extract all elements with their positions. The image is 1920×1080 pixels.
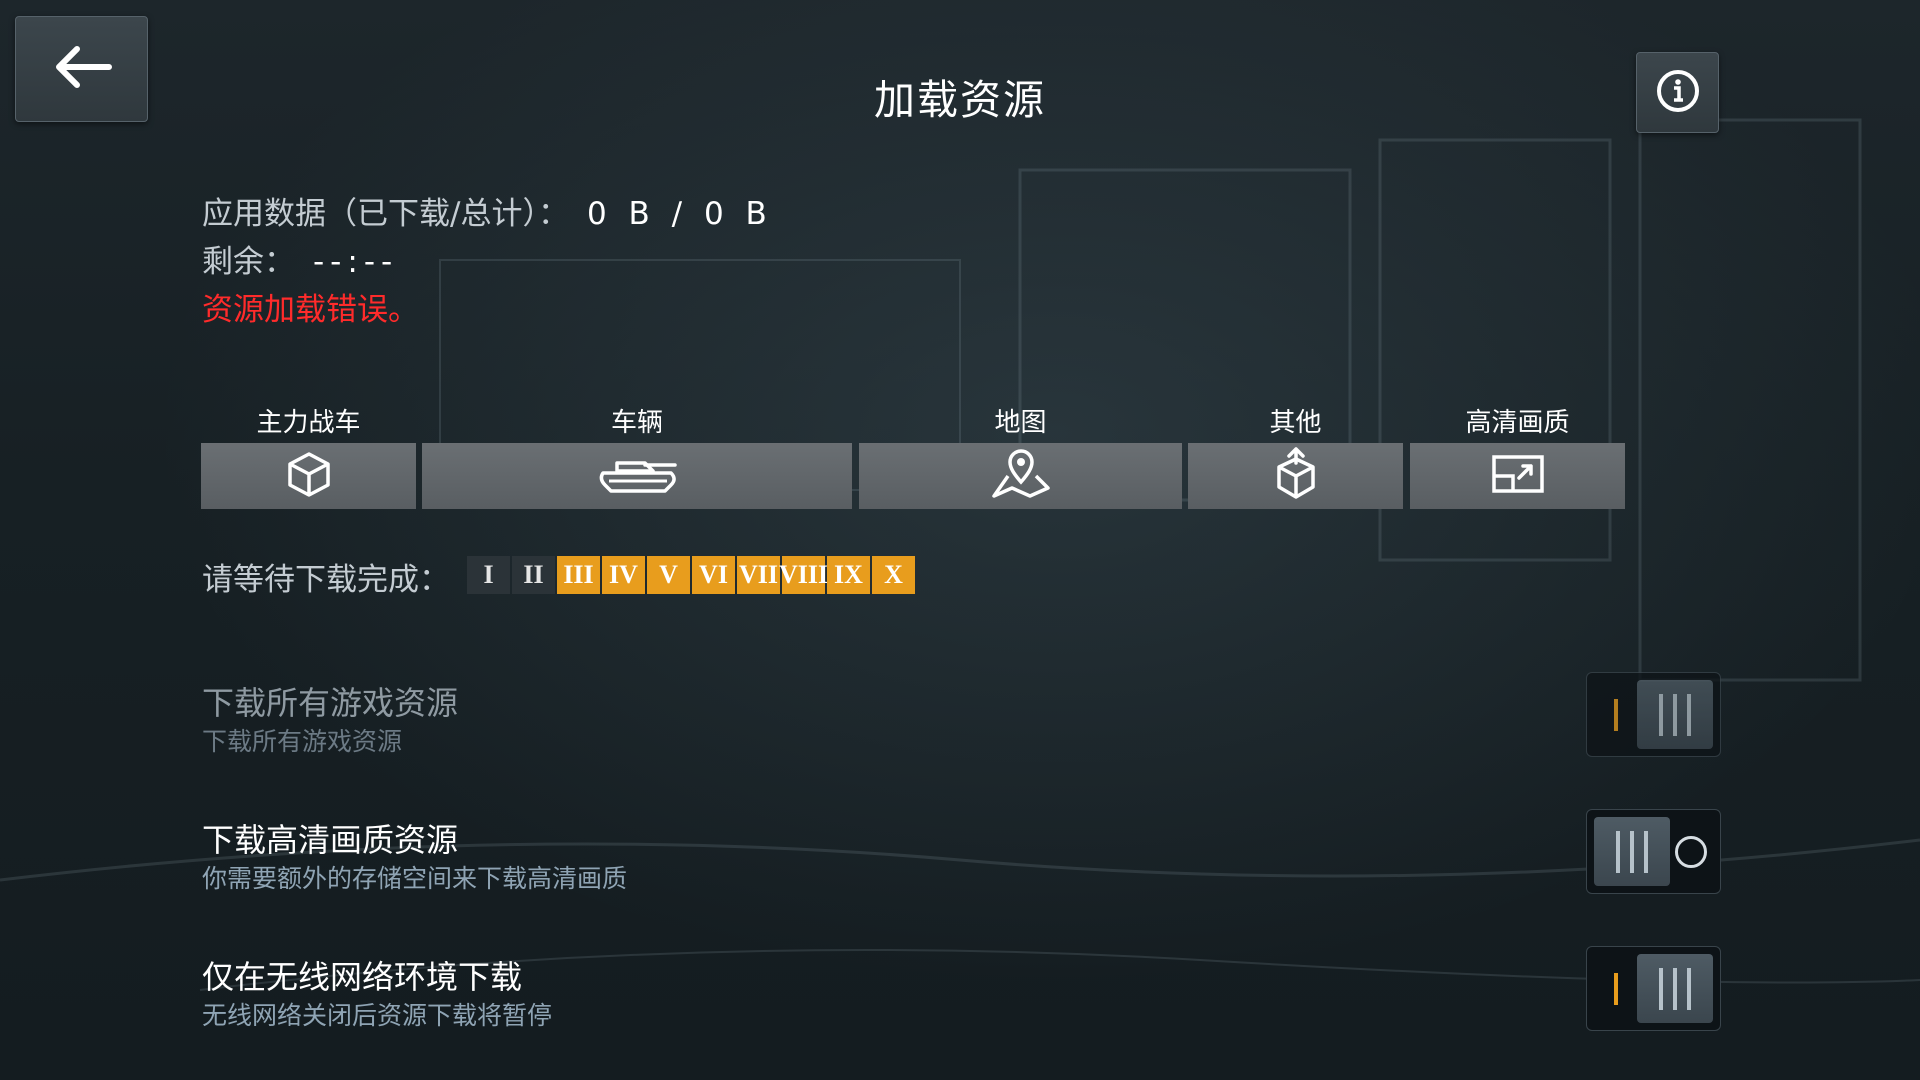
option-wifi-only-title: 仅在无线网络环境下载	[202, 958, 523, 996]
option-wifi-only-subtitle: 无线网络关闭后资源下载将暂停	[202, 1001, 553, 1030]
toggle-on-indicator	[1614, 973, 1618, 1005]
hd-screen-icon	[1491, 454, 1545, 498]
tier-3[interactable]: III	[557, 556, 600, 594]
category-other-button[interactable]	[1188, 443, 1403, 509]
option-all-resources-title: 下载所有游戏资源	[202, 684, 459, 722]
tier-list: I II III IV V VI VII VIII IX X	[467, 556, 915, 594]
option-hd-resources-subtitle: 你需要额外的存储空间来下载高清画质	[202, 864, 628, 893]
background-art	[0, 118, 1920, 991]
remaining-value: --:--	[313, 244, 399, 280]
cube-icon	[284, 449, 334, 503]
tier-2[interactable]: II	[512, 556, 555, 594]
toggle-off-indicator	[1675, 836, 1707, 868]
data-usage-label: 应用数据（已下载/总计）：	[202, 196, 569, 232]
tier-5[interactable]: V	[647, 556, 690, 594]
toggle-all-resources[interactable]	[1586, 672, 1721, 757]
error-message: 资源加载错误。	[202, 292, 419, 328]
tier-1[interactable]: I	[467, 556, 510, 594]
tier-6[interactable]: VI	[692, 556, 735, 594]
toggle-on-indicator	[1614, 699, 1618, 731]
tier-8[interactable]: VIII	[779, 556, 828, 594]
toggle-hd-resources[interactable]	[1586, 809, 1721, 894]
box-upload-icon	[1271, 447, 1321, 505]
category-label-vehicles: 车辆	[610, 408, 663, 438]
category-label-hd: 高清画质	[1465, 408, 1570, 438]
category-main-tanks-button[interactable]	[201, 443, 416, 509]
category-hd-button[interactable]	[1410, 443, 1625, 509]
option-hd-resources-title: 下载高清画质资源	[202, 821, 459, 859]
wait-download-label: 请等待下载完成：	[202, 562, 450, 598]
map-pin-icon	[990, 448, 1052, 504]
toggle-knob	[1637, 954, 1713, 1023]
tier-4[interactable]: IV	[602, 556, 645, 594]
tank-icon	[595, 451, 679, 501]
toggle-knob	[1594, 817, 1670, 886]
remaining-label: 剩余：	[202, 244, 295, 280]
toggle-knob	[1637, 680, 1713, 749]
tier-7[interactable]: VII	[737, 556, 780, 594]
option-all-resources-subtitle: 下载所有游戏资源	[202, 727, 403, 756]
category-label-maps: 地图	[994, 408, 1047, 438]
tier-10[interactable]: X	[872, 556, 915, 594]
toggle-wifi-only[interactable]	[1586, 946, 1721, 1031]
category-label-other: 其他	[1269, 408, 1322, 438]
remaining-row: 剩余： --:--	[202, 236, 398, 281]
info-icon	[1654, 67, 1702, 119]
data-usage-row: 应用数据（已下载/总计）： 0 B / 0 B	[202, 188, 773, 233]
category-label-main-tanks: 主力战车	[256, 408, 361, 438]
category-vehicles-button[interactable]	[422, 443, 852, 509]
tier-9[interactable]: IX	[827, 556, 870, 594]
page-title: 加载资源	[874, 76, 1046, 124]
data-usage-value: 0 B / 0 B	[586, 196, 773, 232]
category-maps-button[interactable]	[859, 443, 1182, 509]
info-button[interactable]	[1636, 52, 1719, 133]
